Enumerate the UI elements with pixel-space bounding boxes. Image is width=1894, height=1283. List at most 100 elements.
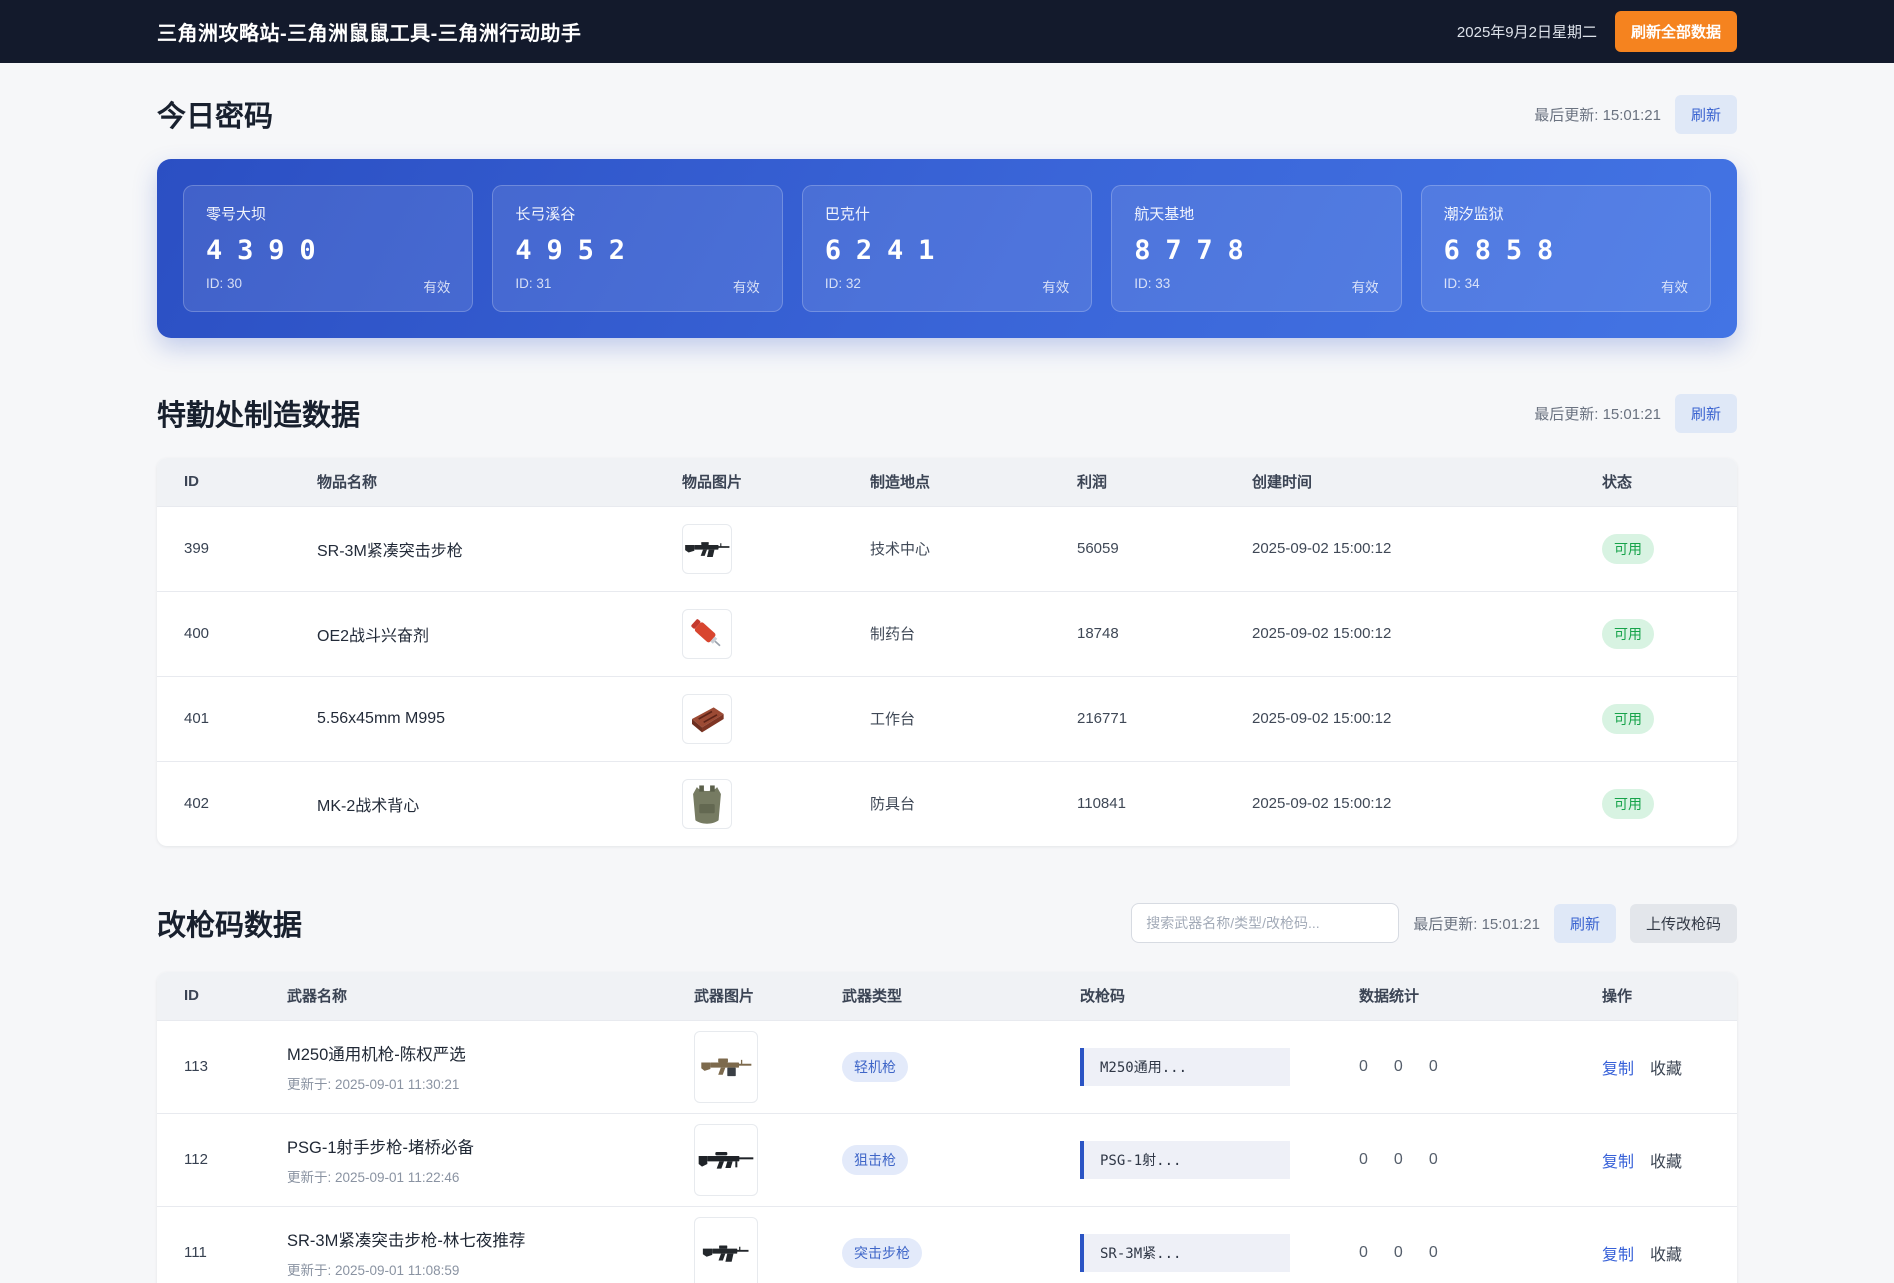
column-header: 操作 — [1602, 988, 1633, 1006]
favorite-link[interactable]: 收藏 — [1650, 1148, 1682, 1172]
weapon-type-badge: 突击步枪 — [842, 1237, 922, 1268]
guncodes-table-card: ID 武器名称 武器图片 武器类型 改枪码 数据统计 操作 113 M250通用… — [157, 972, 1737, 1283]
table-row: 399 SR-3M紧凑突击步枪 技术中心 56059 2025-09-02 15… — [157, 506, 1737, 591]
stat-value: 0 — [1359, 1243, 1368, 1261]
password-card: 巴克什 6241 ID: 32 有效 — [801, 185, 1093, 312]
table-row: 401 5.56x45mm M995 工作台 216771 2025-09-02… — [157, 676, 1737, 761]
top-navbar: 三角洲攻略站-三角洲鼠鼠工具-三角洲行动助手 2025年9月2日星期二 刷新全部… — [0, 0, 1894, 63]
copy-link[interactable]: 复制 — [1602, 1055, 1634, 1079]
item-profit: 216771 — [1077, 710, 1128, 727]
manufacture-refresh-button[interactable]: 刷新 — [1674, 393, 1737, 433]
table-row: 113 M250通用机枪-陈权严选 更新于: 2025-09-01 11:30:… — [157, 1020, 1737, 1113]
item-created: 2025-09-02 15:00:12 — [1252, 710, 1392, 727]
weapon-updated: 更新于: 2025-09-01 11:08:59 — [287, 1262, 460, 1278]
password-id: ID: 32 — [824, 276, 861, 291]
stat-value: 0 — [1359, 1150, 1368, 1168]
guncodes-refresh-button[interactable]: 刷新 — [1553, 903, 1616, 943]
weapon-id: 112 — [184, 1151, 208, 1168]
table-row: 111 SR-3M紧凑突击步枪-林七夜推荐 更新于: 2025-09-01 11… — [157, 1206, 1737, 1283]
status-badge: 可用 — [1602, 618, 1654, 649]
password-status: 有效 — [1351, 280, 1379, 295]
column-header: ID — [184, 987, 199, 1005]
column-header: 创建时间 — [1252, 474, 1313, 492]
syringe-icon — [682, 608, 732, 659]
stat-value: 0 — [1428, 1243, 1438, 1261]
vest-icon — [682, 778, 732, 829]
table-row: 400 OE2战斗兴奋剂 制药台 18748 2025-09-02 15:00:… — [157, 591, 1737, 676]
item-place: 制药台 — [870, 626, 916, 643]
item-profit: 110841 — [1077, 795, 1126, 813]
refresh-all-button[interactable]: 刷新全部数据 — [1614, 11, 1737, 52]
column-header: 武器类型 — [842, 988, 903, 1006]
password-id: ID: 30 — [206, 276, 243, 291]
password-id: ID: 33 — [1134, 276, 1171, 291]
password-code: 6241 — [824, 235, 950, 266]
password-panel: 零号大坝 4390 ID: 30 有效 长弓溪谷 4952 ID: 31 有效 … — [157, 159, 1737, 338]
stat-value: 0 — [1428, 1057, 1438, 1075]
manufacture-header-row: ID 物品名称 物品图片 制造地点 利润 创建时间 状态 — [157, 458, 1737, 506]
map-name: 航天基地 — [1134, 206, 1195, 223]
search-input[interactable] — [1131, 903, 1400, 943]
table-row: 112 PSG-1射手步枪-堵桥必备 更新于: 2025-09-01 11:22… — [157, 1113, 1737, 1206]
gun-code-chip: PSG-1射... — [1080, 1140, 1290, 1179]
weapon-id: 111 — [184, 1244, 207, 1262]
table-row: 402 MK-2战术背心 防具台 110841 2025-09-02 15:00… — [157, 761, 1737, 846]
password-code: 4952 — [515, 235, 640, 266]
assault-rifle-icon — [694, 1216, 758, 1283]
passwords-section-title: 今日密码 — [157, 101, 274, 133]
guncodes-section-title: 改枪码数据 — [157, 910, 303, 942]
weapon-stats: 0 0 0 — [1359, 1244, 1575, 1262]
item-name: MK-2战术背心 — [317, 797, 420, 815]
password-status: 有效 — [423, 280, 451, 295]
weapon-stats: 0 0 0 — [1359, 1151, 1575, 1169]
password-id: ID: 34 — [1443, 276, 1480, 291]
favorite-link[interactable]: 收藏 — [1650, 1241, 1682, 1265]
weapon-updated: 更新于: 2025-09-01 11:30:21 — [287, 1076, 460, 1092]
status-badge: 可用 — [1602, 788, 1654, 819]
current-date: 2025年9月2日星期二 — [1456, 24, 1597, 41]
item-id: 400 — [184, 625, 210, 642]
assault-rifle-icon — [682, 523, 732, 574]
weapon-updated: 更新于: 2025-09-01 11:22:46 — [287, 1169, 460, 1185]
weapon-id: 113 — [184, 1058, 208, 1075]
guncodes-last-update: 最后更新: 15:01:21 — [1413, 915, 1540, 933]
favorite-link[interactable]: 收藏 — [1650, 1055, 1682, 1079]
stat-value: 0 — [1428, 1150, 1438, 1168]
weapon-name: SR-3M紧凑突击步枪-林七夜推荐 — [287, 1231, 526, 1250]
column-header: 武器图片 — [694, 988, 755, 1006]
item-created: 2025-09-02 15:00:12 — [1252, 795, 1392, 813]
site-title: 三角洲攻略站-三角洲鼠鼠工具-三角洲行动助手 — [157, 23, 582, 45]
manufacture-last-update: 最后更新: 15:01:21 — [1534, 405, 1661, 423]
column-header: 改枪码 — [1080, 988, 1126, 1006]
map-name: 长弓溪谷 — [515, 206, 576, 223]
copy-link[interactable]: 复制 — [1602, 1241, 1634, 1265]
status-badge: 可用 — [1602, 533, 1654, 564]
item-id: 401 — [184, 710, 210, 727]
map-name: 巴克什 — [824, 206, 870, 223]
gun-code-chip: SR-3M紧... — [1080, 1233, 1290, 1272]
password-code: 8778 — [1134, 235, 1259, 266]
password-card: 零号大坝 4390 ID: 30 有效 — [183, 185, 474, 312]
passwords-refresh-button[interactable]: 刷新 — [1674, 94, 1737, 134]
gun-code-chip: M250通用... — [1080, 1047, 1290, 1086]
copy-link[interactable]: 复制 — [1602, 1148, 1634, 1172]
password-id: ID: 31 — [515, 276, 552, 291]
item-name: OE2战斗兴奋剂 — [317, 627, 430, 645]
password-status: 有效 — [1042, 280, 1070, 295]
password-card: 航天基地 8778 ID: 33 有效 — [1111, 185, 1402, 312]
weapon-name: PSG-1射手步枪-堵桥必备 — [287, 1138, 475, 1157]
password-status: 有效 — [1661, 280, 1689, 295]
column-header: 数据统计 — [1359, 988, 1420, 1006]
passwords-last-update: 最后更新: 15:01:21 — [1534, 106, 1661, 124]
password-card: 长弓溪谷 4952 ID: 31 有效 — [492, 185, 783, 312]
item-place: 工作台 — [870, 711, 916, 728]
stat-value: 0 — [1393, 1150, 1403, 1168]
weapon-type-badge: 狙击枪 — [842, 1144, 908, 1175]
upload-guncode-button[interactable]: 上传改枪码 — [1629, 903, 1737, 943]
password-card: 潮汐监狱 6858 ID: 34 有效 — [1420, 185, 1712, 312]
sniper-rifle-icon — [694, 1123, 758, 1196]
column-header: 武器名称 — [287, 988, 348, 1006]
item-place: 防具台 — [870, 796, 916, 814]
column-header: 制造地点 — [870, 474, 931, 492]
password-code: 4390 — [206, 235, 331, 266]
